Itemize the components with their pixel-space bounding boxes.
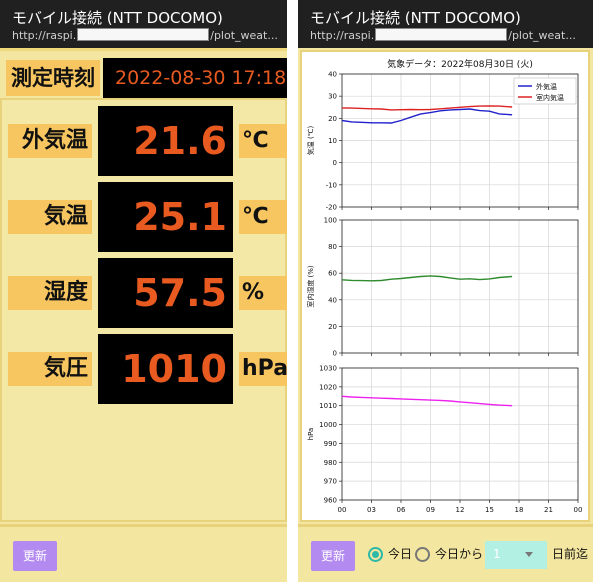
- reading-unit: hPa: [239, 352, 287, 386]
- readings-panel: 外気温 21.6 ℃ 気温 25.1 ℃ 湿度 57.5 % 気圧 1010 h…: [0, 98, 287, 522]
- radio-today-label: 今日: [388, 547, 413, 561]
- right-screen: モバイル接続 (NTT DOCOMO) http://raspi. /plot_w…: [298, 0, 593, 582]
- y-tick-label: -10: [326, 181, 337, 189]
- reading-value: 21.6: [98, 106, 233, 176]
- days-select-value: 1: [493, 547, 501, 561]
- y-tick-label: 80: [328, 243, 337, 251]
- y-tick-label: 1010: [319, 402, 337, 410]
- days-select[interactable]: 1: [485, 541, 547, 569]
- reading-value: 57.5: [98, 258, 233, 328]
- y-tick-label: 60: [328, 270, 337, 278]
- y-axis-label: 室内湿度 (%): [306, 265, 315, 308]
- y-tick-label: 990: [324, 440, 337, 448]
- x-tick-label: 12: [456, 506, 465, 514]
- url-redaction: [375, 28, 508, 41]
- url-prefix: http://raspi.: [310, 29, 375, 42]
- legend-label: 外気温: [536, 82, 557, 91]
- bottom-toolbar: 更新 今日 今日から 1 日前迄: [298, 524, 593, 582]
- measure-time-label: 測定時刻: [6, 60, 100, 96]
- y-axis-label: 気温 (℃): [306, 125, 315, 155]
- y-tick-label: 1020: [319, 383, 337, 391]
- radio-from-today[interactable]: [415, 547, 430, 562]
- x-tick-label: 06: [397, 506, 406, 514]
- measure-time-bar: 測定時刻 2022-08-30 17:18: [0, 48, 287, 98]
- y-tick-label: 20: [328, 115, 337, 123]
- days-suffix-label: 日前迄: [552, 547, 589, 561]
- y-tick-label: 100: [324, 217, 337, 225]
- chevron-down-icon: [525, 552, 533, 557]
- y-tick-label: 1000: [319, 421, 337, 429]
- x-tick-label: 15: [485, 506, 494, 514]
- weather-chart-panel: 気象データ：2022年08月30日 (火) -20 -10 0 10 20 30 40 気温 (…: [300, 50, 590, 522]
- x-tick-label: 18: [515, 506, 524, 514]
- reading-label: 気温: [8, 200, 92, 234]
- reading-label: 湿度: [8, 276, 92, 310]
- url-redaction: [77, 28, 210, 41]
- radio-from-today-label: 今日から: [435, 547, 484, 561]
- weather-chart: 気象データ：2022年08月30日 (火)-20-10010203040気温 (…: [306, 58, 583, 514]
- reading-pressure: 気圧 1010 hPa: [2, 334, 287, 404]
- browser-titlebar: モバイル接続 (NTT DOCOMO) http://raspi. /plot_w…: [0, 0, 287, 48]
- y-tick-label: 980: [324, 459, 337, 467]
- x-tick-label: 03: [367, 506, 376, 514]
- url-bar[interactable]: http://raspi. /plot_weat...: [310, 28, 576, 42]
- url-suffix: /plot_weat...: [508, 29, 576, 42]
- y-tick-label: 40: [328, 71, 337, 79]
- left-screen: モバイル接続 (NTT DOCOMO) http://raspi. /plot_w…: [0, 0, 287, 582]
- series-line: [341, 395, 513, 407]
- series-line: [341, 108, 513, 124]
- y-tick-label: 10: [328, 137, 337, 145]
- window-title: モバイル接続 (NTT DOCOMO): [12, 9, 223, 27]
- reading-outdoor-temp: 外気温 21.6 ℃: [2, 106, 287, 176]
- y-tick-label: 0: [333, 159, 337, 167]
- reading-humidity: 湿度 57.5 %: [2, 258, 287, 328]
- reading-value: 1010: [98, 334, 233, 404]
- legend-label: 室内気温: [536, 93, 564, 102]
- y-tick-label: 1030: [319, 365, 337, 373]
- url-suffix: /plot_weat...: [210, 29, 278, 42]
- y-tick-label: 40: [328, 296, 337, 304]
- y-tick-label: 960: [324, 497, 337, 505]
- y-axis-label: hPa: [307, 428, 315, 441]
- reading-label: 外気温: [8, 124, 92, 158]
- reading-unit: ℃: [239, 200, 287, 234]
- chart-title: 気象データ：2022年08月30日 (火): [387, 58, 533, 70]
- window-title: モバイル接続 (NTT DOCOMO): [310, 9, 521, 27]
- url-bar[interactable]: http://raspi. /plot_weat...: [12, 28, 278, 42]
- reading-indoor-temp: 気温 25.1 ℃: [2, 182, 287, 252]
- series-line: [341, 275, 513, 282]
- radio-today[interactable]: [368, 547, 383, 562]
- browser-titlebar: モバイル接続 (NTT DOCOMO) http://raspi. /plot_w…: [298, 0, 593, 48]
- y-tick-label: 30: [328, 93, 337, 101]
- y-tick-label: 0: [333, 350, 337, 358]
- reading-unit: %: [239, 276, 287, 310]
- update-button[interactable]: 更新: [311, 541, 355, 571]
- reading-value: 25.1: [98, 182, 233, 252]
- x-tick-label: 21: [544, 506, 553, 514]
- x-tick-label: 09: [426, 506, 435, 514]
- x-tick-label: 00: [338, 506, 347, 514]
- reading-label: 気圧: [8, 352, 92, 386]
- x-tick-label: 00: [574, 506, 583, 514]
- measure-time-value: 2022-08-30 17:18: [103, 58, 287, 98]
- update-button[interactable]: 更新: [13, 541, 57, 571]
- bottom-toolbar: 更新: [0, 524, 287, 582]
- reading-unit: ℃: [239, 124, 287, 158]
- y-tick-label: 970: [324, 478, 337, 486]
- url-prefix: http://raspi.: [12, 29, 77, 42]
- y-tick-label: 20: [328, 323, 337, 331]
- series-line: [341, 105, 513, 111]
- y-tick-label: -20: [326, 204, 337, 212]
